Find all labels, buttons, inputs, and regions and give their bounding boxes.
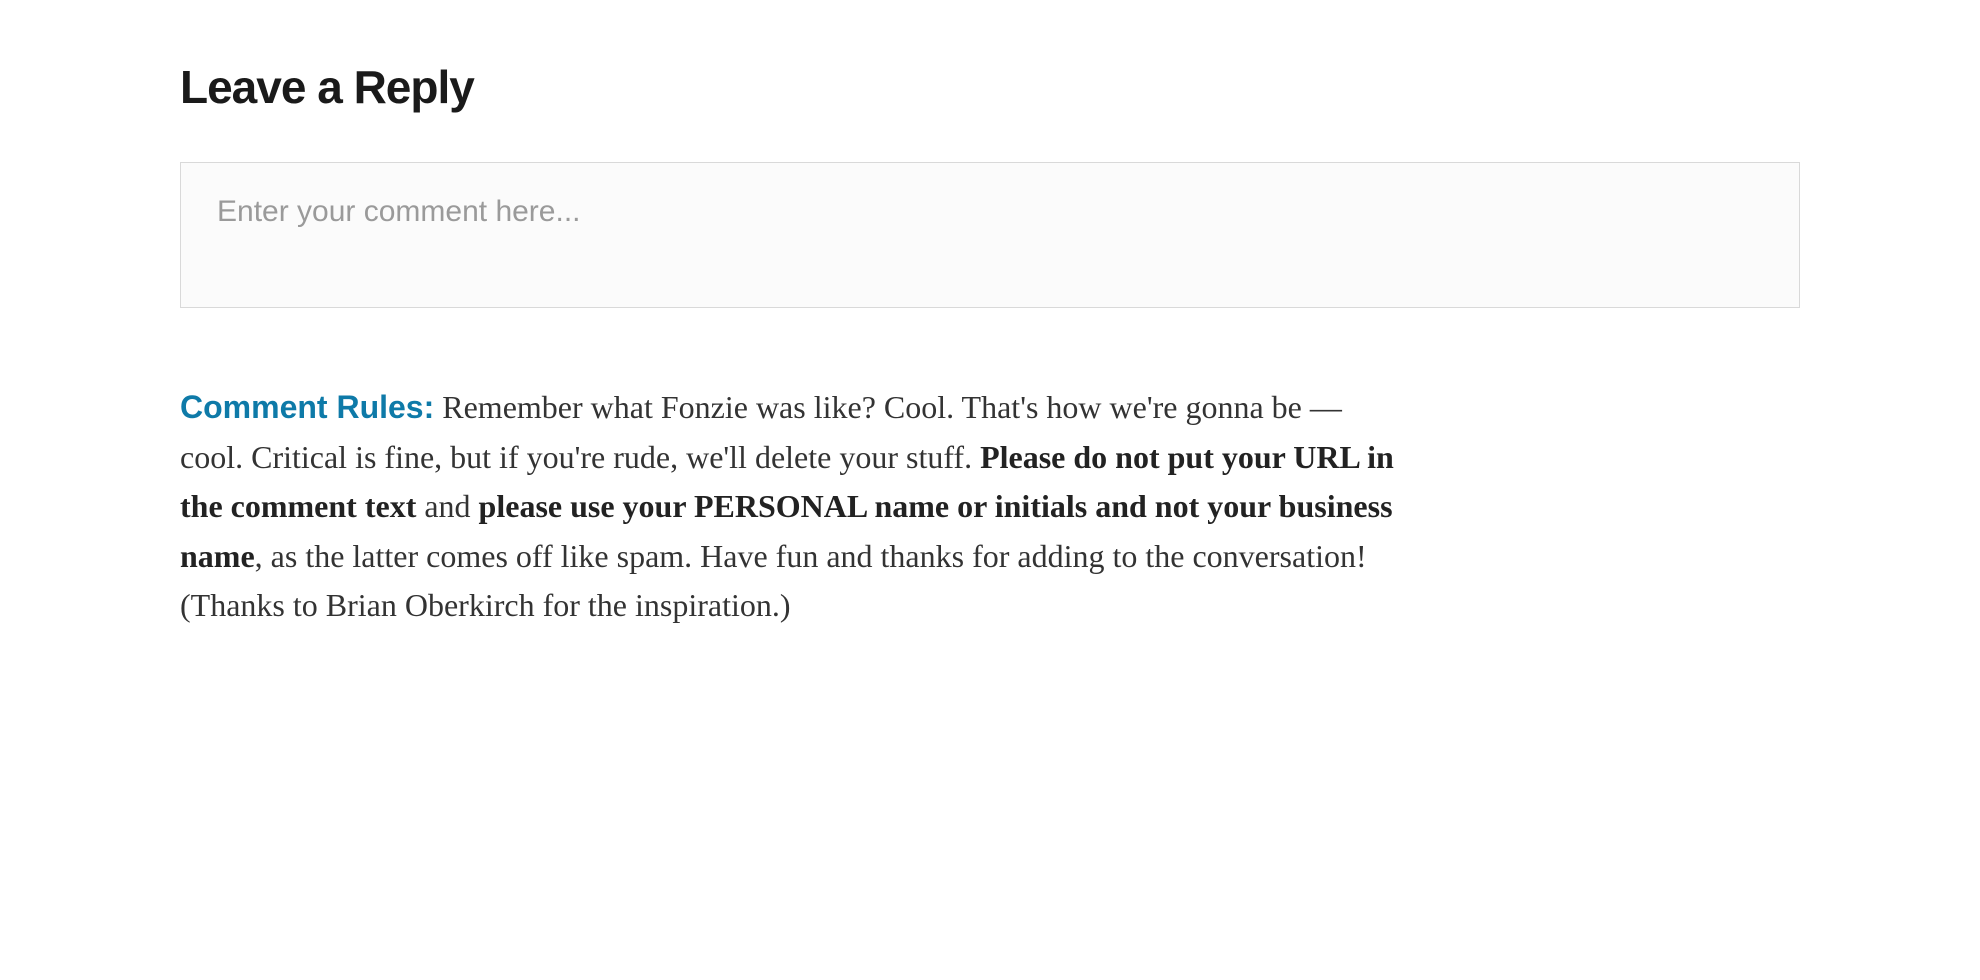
- reply-heading: Leave a Reply: [180, 60, 1800, 114]
- rules-text-2: , as the latter comes off like spam. Hav…: [180, 538, 1367, 624]
- comment-input[interactable]: [180, 162, 1800, 308]
- comment-rules: Comment Rules: Remember what Fonzie was …: [180, 383, 1410, 631]
- rules-mid-1: and: [416, 488, 478, 524]
- comment-rules-label: Comment Rules:: [180, 389, 434, 425]
